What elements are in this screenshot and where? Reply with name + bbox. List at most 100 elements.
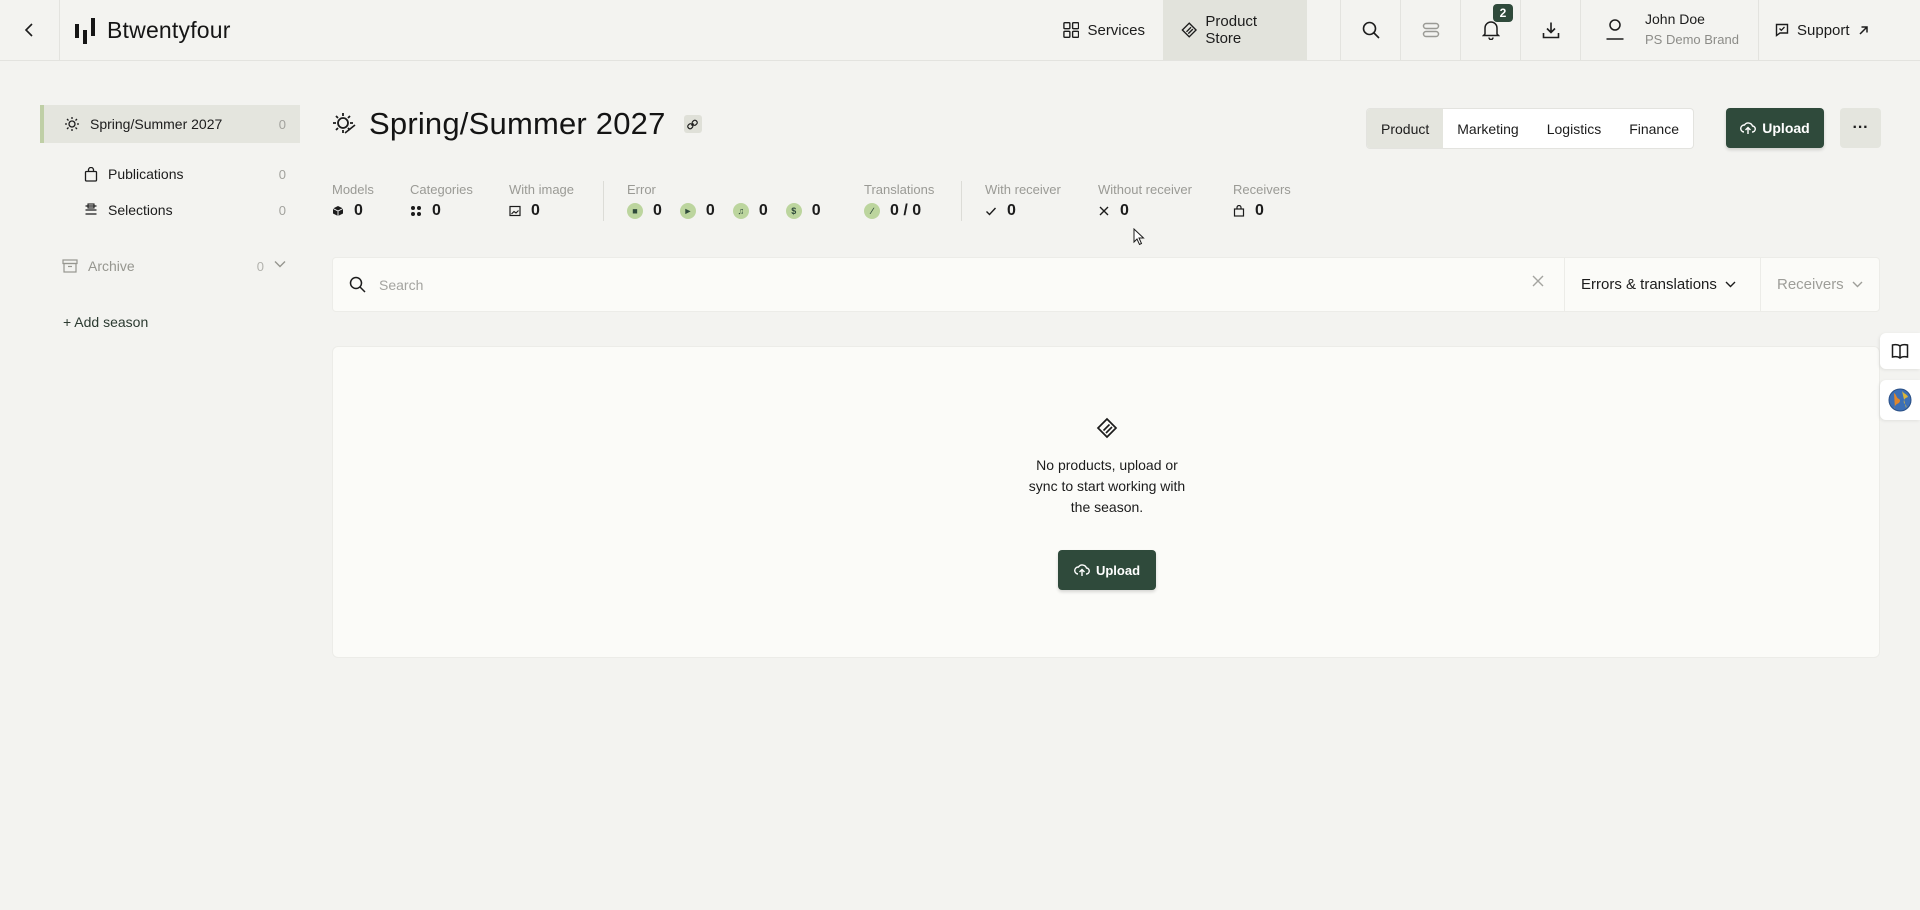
stat-label: Receivers: [1233, 182, 1291, 197]
page-title-row: Spring/Summer 2027: [331, 106, 702, 142]
filter-label: Receivers: [1777, 276, 1844, 293]
empty-state-line: sync to start working with: [1028, 478, 1186, 494]
link-button[interactable]: [683, 115, 702, 133]
stat-with-image: With image 0: [509, 182, 574, 220]
user-brand: PS Demo Brand: [1645, 32, 1739, 47]
notifications-badge: 2: [1493, 4, 1513, 22]
user-name: John Doe: [1645, 11, 1705, 27]
chevron-down-icon: [1852, 281, 1863, 288]
finance-error-icon: $: [785, 203, 802, 219]
stat-error: Error ■ 0 ► 0 ♫ 0 $ 0: [627, 182, 821, 220]
stat-value: 0: [354, 202, 363, 219]
download-icon: [1542, 22, 1559, 39]
nav-services[interactable]: Services: [1045, 0, 1163, 60]
stat-value: 0: [531, 202, 540, 219]
nav-product-store[interactable]: Product Store: [1163, 0, 1307, 60]
nav-services-label: Services: [1087, 21, 1145, 39]
stat-with-receiver: With receiver 0: [985, 182, 1061, 220]
tag-icon: [1096, 417, 1118, 439]
stack-button[interactable]: [1400, 0, 1460, 60]
download-button[interactable]: [1520, 0, 1580, 60]
upload-button[interactable]: Upload: [1726, 108, 1824, 148]
brand-logo[interactable]: Btwentyfour: [75, 17, 231, 44]
empty-state-line: No products, upload or: [1036, 457, 1178, 473]
support-label: Support: [1797, 21, 1850, 39]
sidebar-season-label: Spring/Summer 2027: [90, 116, 223, 132]
sidebar-item-count: 0: [278, 166, 286, 182]
stats-divider: [961, 181, 962, 221]
sidebar-archive-label: Archive: [88, 258, 135, 274]
language-button[interactable]: [1880, 380, 1920, 420]
empty-state-line: the season.: [1070, 499, 1144, 515]
stat-value: 0: [705, 202, 715, 219]
tab-product[interactable]: Product: [1367, 109, 1444, 148]
bag-icon: [1233, 205, 1245, 217]
chevron-down-icon: [274, 261, 286, 268]
user-menu[interactable]: John Doe PS Demo Brand: [1580, 0, 1758, 60]
marketing-error-icon: ►: [679, 203, 696, 219]
sidebar-season-item[interactable]: Spring/Summer 2027 0: [40, 105, 300, 143]
empty-upload-button[interactable]: Upload: [1058, 550, 1156, 590]
tab-logistics[interactable]: Logistics: [1533, 109, 1615, 148]
upload-button-label: Upload: [1762, 120, 1810, 136]
notifications-button[interactable]: 2: [1460, 0, 1520, 60]
sidebar-item-publications[interactable]: Publications 0: [84, 159, 300, 189]
clear-search-icon[interactable]: [1531, 274, 1545, 288]
stat-value: 0: [1120, 202, 1129, 219]
user-icon: [1606, 19, 1624, 40]
upload-cloud-icon: [1074, 564, 1090, 576]
errors-translations-filter[interactable]: Errors & translations: [1564, 258, 1760, 311]
more-options-button[interactable]: ···: [1840, 108, 1881, 148]
tag-icon: [1181, 22, 1198, 38]
translations-icon: ∕: [864, 203, 880, 219]
support-button[interactable]: Support: [1758, 0, 1920, 60]
product-error-icon: ■: [627, 203, 643, 219]
chevron-down-icon: [1725, 281, 1736, 288]
bag-icon: [84, 166, 98, 182]
add-season-button[interactable]: + Add season: [63, 314, 148, 330]
stat-without-receiver: Without receiver 0: [1098, 182, 1192, 220]
archive-icon: [62, 259, 78, 273]
globe-icon: [1888, 388, 1912, 412]
stat-label: Translations: [864, 182, 935, 197]
docs-button[interactable]: [1880, 333, 1920, 369]
stat-label: Without receiver: [1098, 182, 1192, 197]
list-icon: [85, 203, 97, 215]
sidebar-item-selections[interactable]: Selections 0: [84, 195, 300, 225]
search-input[interactable]: [379, 270, 1379, 300]
brand-name: Btwentyfour: [107, 17, 231, 43]
link-icon: [687, 119, 698, 129]
stats-divider: [603, 181, 604, 221]
stat-value: 0: [653, 202, 662, 219]
stat-models: Models 0: [332, 182, 374, 220]
arrow-up-right-icon: [1859, 25, 1868, 35]
stat-value: 0: [811, 202, 821, 219]
sidebar-archive-count: 0: [256, 258, 264, 274]
back-button[interactable]: [0, 0, 60, 60]
season-icon: [333, 113, 356, 134]
bell-icon: [1481, 21, 1500, 40]
book-icon: [1891, 343, 1909, 359]
sidebar-item-count: 0: [278, 202, 286, 218]
upload-cloud-icon: [1740, 122, 1757, 134]
sidebar-item-label: Selections: [108, 202, 173, 218]
empty-state-message: No products, upload or sync to start wor…: [957, 455, 1257, 518]
upload-button-label: Upload: [1095, 562, 1141, 578]
search-button[interactable]: [1340, 0, 1400, 60]
check-icon: [986, 207, 997, 216]
empty-state-panel: No products, upload or sync to start wor…: [332, 346, 1880, 658]
tab-finance[interactable]: Finance: [1615, 109, 1693, 148]
sidebar-item-archive[interactable]: Archive 0: [62, 251, 300, 281]
stat-receivers: Receivers 0: [1233, 182, 1291, 220]
stat-value: 0: [432, 202, 441, 219]
receivers-filter[interactable]: Receivers: [1760, 258, 1880, 311]
tab-marketing[interactable]: Marketing: [1443, 109, 1532, 148]
grid-icon: [1063, 21, 1080, 39]
logo-mark-icon: [75, 17, 95, 44]
cube-icon: [332, 206, 344, 216]
season-icon: [65, 117, 79, 131]
search-icon: [349, 276, 366, 293]
logistics-error-icon: ♫: [732, 203, 749, 219]
top-bar: Btwentyfour Services Product Store 2 Joh…: [0, 0, 1920, 61]
stat-value: 0: [1007, 202, 1016, 219]
